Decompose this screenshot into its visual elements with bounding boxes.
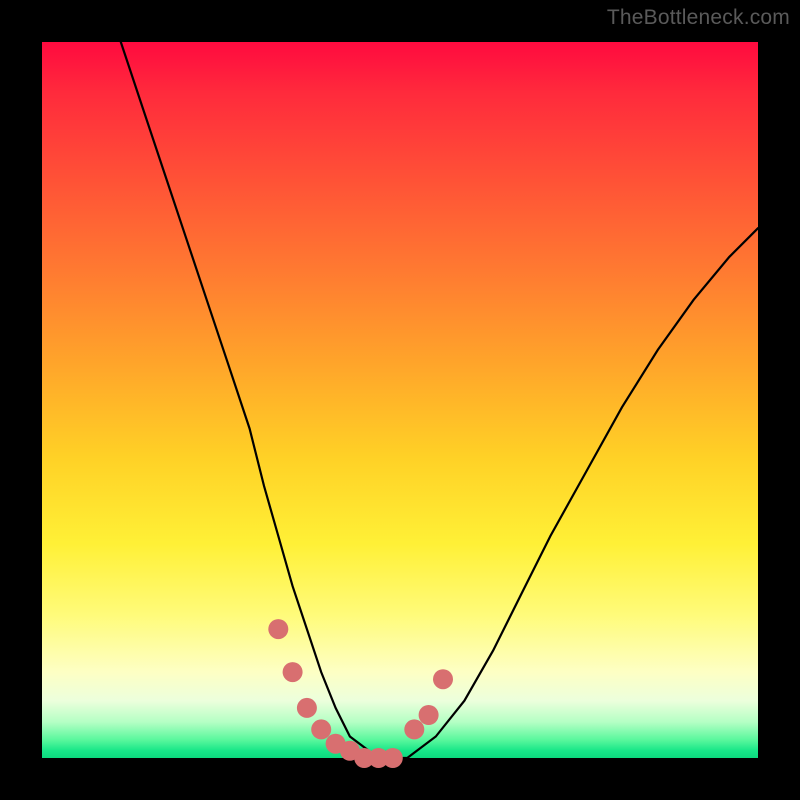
chart-frame: TheBottleneck.com xyxy=(0,0,800,800)
plot-area xyxy=(42,42,758,758)
watermark-text: TheBottleneck.com xyxy=(607,6,790,30)
bottleneck-curve-path xyxy=(121,42,758,758)
marker-dot xyxy=(419,705,439,725)
marker-dot xyxy=(404,719,424,739)
marker-dot xyxy=(433,669,453,689)
marker-dot xyxy=(283,662,303,682)
marker-dot xyxy=(383,748,403,768)
marker-dot xyxy=(311,719,331,739)
chart-svg xyxy=(42,42,758,758)
marker-dot xyxy=(268,619,288,639)
marker-dot xyxy=(297,698,317,718)
